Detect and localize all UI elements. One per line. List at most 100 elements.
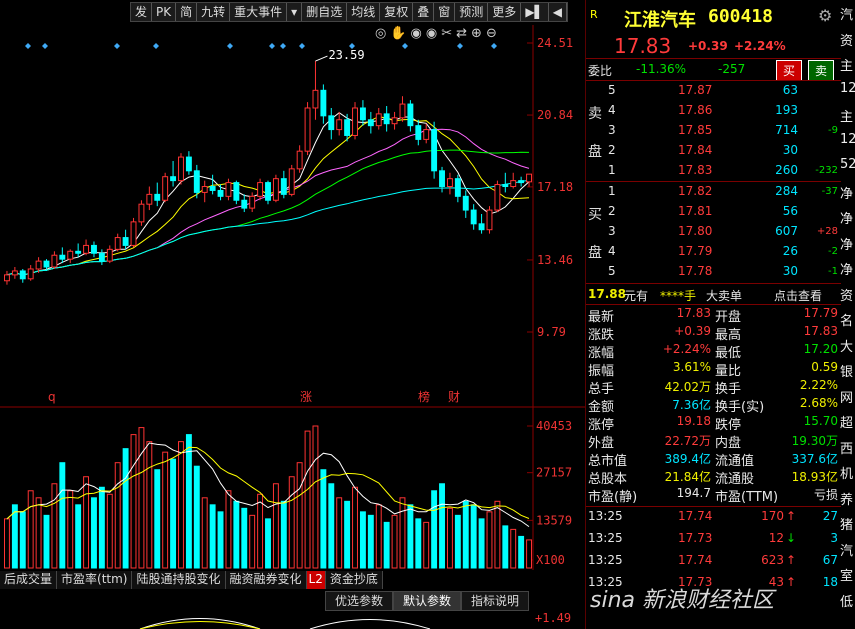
- bid-row[interactable]: 1 17.82 284 -37: [586, 182, 841, 202]
- candle: [352, 107, 358, 136]
- event-marker[interactable]: q: [48, 390, 56, 404]
- bid-price: 17.78: [678, 264, 713, 278]
- ask-row[interactable]: 2 17.84 30: [586, 141, 841, 161]
- event-diamond-icon[interactable]: [299, 43, 305, 49]
- event-marker[interactable]: 榜: [418, 389, 430, 404]
- candle: [201, 186, 208, 193]
- param-tab[interactable]: 默认参数: [393, 591, 462, 611]
- candlestick-chart[interactable]: 24.51 20.84 17.18 13.46 9.79 23.59 q 涨 榜 财: [0, 25, 585, 420]
- bid-row[interactable]: 2 17.81 56: [586, 202, 841, 222]
- tick-count: 3: [830, 531, 838, 545]
- param-tab[interactable]: 优选参数: [325, 591, 394, 611]
- param-tab[interactable]: 指标说明: [461, 591, 530, 611]
- indicator-tab[interactable]: L2: [306, 571, 326, 589]
- edge-char: 12: [840, 80, 855, 96]
- toolbar-btn-13[interactable]: ▶▌: [521, 3, 549, 21]
- toolbar-btn-1[interactable]: PK: [152, 3, 177, 21]
- volume-bar: [344, 500, 351, 569]
- stat-row: 最新 17.83 开盘 17.79: [586, 305, 841, 325]
- event-diamond-icon[interactable]: [42, 43, 48, 49]
- volume-bar: [67, 490, 74, 569]
- toolbar-btn-6[interactable]: 删自选: [302, 3, 348, 21]
- event-diamond-icon[interactable]: [491, 43, 497, 49]
- candle: [454, 178, 461, 197]
- toolbar-btn-11[interactable]: 预测: [455, 3, 489, 21]
- volume-bar: [272, 483, 279, 569]
- toolbar-btn-4[interactable]: 重大事件: [230, 3, 288, 21]
- indicator-tab[interactable]: 资金抄底: [326, 571, 383, 589]
- event-diamond-icon[interactable]: [227, 43, 233, 49]
- event-marker[interactable]: 财: [448, 390, 460, 404]
- toolbar-btn-7[interactable]: 均线: [347, 3, 381, 21]
- volume-bar: [288, 476, 295, 569]
- event-diamond-icon[interactable]: [457, 43, 463, 49]
- bid-volume: 30: [782, 264, 798, 278]
- sell-side-label: 卖盘: [588, 95, 604, 171]
- toolbar-btn-14[interactable]: ◀: [549, 3, 568, 21]
- edge-char: 资: [840, 288, 854, 304]
- view-link[interactable]: 点击查看: [774, 287, 822, 304]
- event-diamond-icon[interactable]: [269, 43, 275, 49]
- volume-chart[interactable]: 40453 27157 13579 X100: [0, 410, 585, 570]
- candle: [27, 268, 34, 280]
- edge-char: 净: [840, 237, 854, 253]
- ask-volume: 193: [775, 103, 798, 117]
- toolbar-btn-2[interactable]: 简: [176, 3, 198, 21]
- toolbar-btn-10[interactable]: 窗: [434, 3, 456, 21]
- event-diamond-icon[interactable]: [280, 43, 286, 49]
- ask-row[interactable]: 5 17.87 63: [586, 81, 841, 101]
- toolbar-btn-5[interactable]: ▾: [287, 3, 303, 21]
- edge-char: 超: [840, 416, 854, 431]
- watermark-text: sina 新浪财经社区: [590, 588, 774, 613]
- event-diamond-icon[interactable]: [153, 43, 159, 49]
- sub-indicator-chart[interactable]: +1.49: [0, 608, 585, 629]
- volume-bar: [114, 462, 121, 569]
- bid-row[interactable]: 3 17.80 607 +28: [586, 222, 841, 242]
- gear-icon[interactable]: ⚙: [818, 6, 832, 25]
- toolbar-btn-8[interactable]: 复权: [380, 3, 414, 21]
- indicator-tab[interactable]: 市盈率(ttm): [57, 571, 133, 589]
- candle: [510, 180, 517, 188]
- toolbar-btn-9[interactable]: 叠: [413, 3, 435, 21]
- volume-bar: [249, 514, 256, 569]
- toolbar-btn-3[interactable]: 九转: [197, 3, 231, 21]
- volume-bar: [502, 525, 509, 569]
- volume-bar: [83, 476, 90, 569]
- bid-row[interactable]: 4 17.79 26 -2: [586, 242, 841, 262]
- indicator-tab[interactable]: 融资融券变化: [226, 571, 307, 589]
- sell-button[interactable]: 卖: [808, 60, 835, 81]
- indicator-tab[interactable]: 后成交量: [0, 571, 58, 589]
- volume-bar: [439, 483, 445, 569]
- toolbar-btn-12[interactable]: 更多: [488, 3, 522, 21]
- ask-row[interactable]: 3 17.85 714 -9: [586, 121, 841, 141]
- ask-level: 5: [608, 83, 616, 97]
- candle: [359, 107, 366, 121]
- bid-change: -37: [821, 186, 838, 197]
- candle: [478, 223, 485, 231]
- stat-value: 19.18: [676, 414, 711, 428]
- event-diamond-icon[interactable]: [25, 43, 31, 49]
- indicator-tabs: 后成交量 市盈率(ttm) 陆股通持股变化 融资融券变化 L2 资金抄底: [0, 571, 383, 589]
- bid-row[interactable]: 5 17.78 30 -1: [586, 262, 841, 282]
- volume-bar: [170, 458, 177, 569]
- event-diamond-icon[interactable]: [402, 43, 408, 49]
- edge-char: 机: [840, 467, 854, 482]
- ask-change: -9: [828, 125, 838, 136]
- volume-bar: [526, 539, 532, 569]
- ask-row[interactable]: 4 17.86 193: [586, 101, 841, 121]
- buy-button[interactable]: 买: [776, 60, 803, 81]
- candle: [162, 176, 169, 201]
- volume-bar: [257, 493, 264, 569]
- toolbar-btn-0[interactable]: 发: [131, 3, 153, 21]
- event-diamond-icon[interactable]: [114, 43, 120, 49]
- candle: [138, 203, 145, 223]
- volume-bar: [518, 535, 525, 569]
- sina-watermark: sina 新浪财经社区: [590, 570, 835, 622]
- volume-bar: [431, 490, 438, 569]
- event-marker[interactable]: 涨: [300, 389, 312, 404]
- stat-value: +2.24%: [662, 342, 711, 356]
- edge-char: 名: [840, 314, 854, 329]
- ask-row[interactable]: 1 17.83 260 -232: [586, 161, 841, 181]
- indicator-tab[interactable]: 陆股通持股变化: [132, 571, 226, 589]
- stat-key: 市盈(TTM): [715, 490, 779, 505]
